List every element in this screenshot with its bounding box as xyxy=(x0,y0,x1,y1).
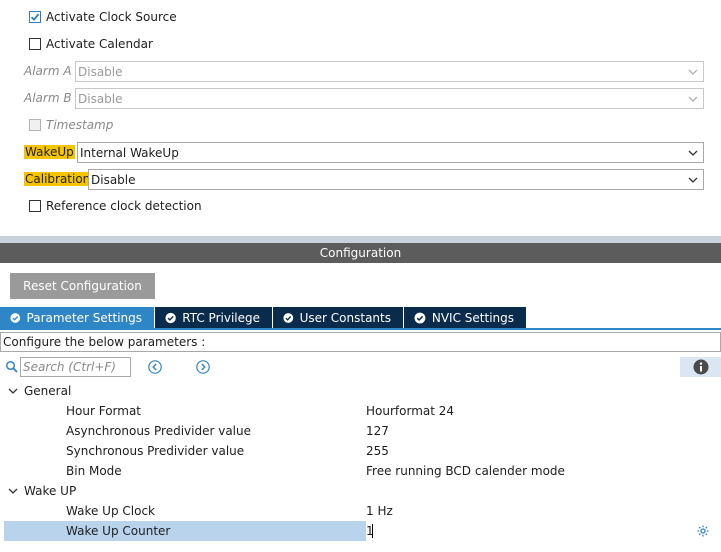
param-name: Synchronous Predivider value xyxy=(66,444,245,458)
check-circle-icon xyxy=(165,312,176,323)
table-row[interactable]: Hour Format Hourformat 24 xyxy=(0,401,721,421)
search-placeholder: Search (Ctrl+F) xyxy=(23,360,116,374)
tree-group-general[interactable]: General xyxy=(0,381,721,401)
calibration-select[interactable]: Disable xyxy=(88,169,704,190)
param-value: 255 xyxy=(366,444,389,458)
configure-text: Configure the below parameters : xyxy=(3,335,206,349)
text-cursor xyxy=(372,524,373,538)
check-circle-icon xyxy=(283,312,294,323)
search-icon xyxy=(5,360,18,373)
param-value: Free running BCD calender mode xyxy=(366,464,565,478)
param-name: Wake Up Counter xyxy=(66,524,171,538)
checkmark-icon xyxy=(30,13,40,21)
group-label: General xyxy=(24,384,72,398)
alarm-a-label: Alarm A xyxy=(24,64,72,78)
configuration-header: Configuration xyxy=(0,243,721,263)
tab-underline xyxy=(0,328,721,330)
configure-instructions: Configure the below parameters : xyxy=(0,332,721,352)
info-icon xyxy=(693,359,709,375)
wake-up-counter-input[interactable] xyxy=(366,521,684,541)
wakeup-label: WakeUp xyxy=(24,145,75,159)
wakeup-value: Internal WakeUp xyxy=(80,145,179,160)
tab-user-constants[interactable]: User Constants xyxy=(273,307,403,328)
configuration-title: Configuration xyxy=(319,246,402,260)
tab-parameter-settings[interactable]: Parameter Settings xyxy=(0,307,154,328)
chevron-down-icon[interactable] xyxy=(7,385,19,397)
activate-calendar-label: Activate Calendar xyxy=(46,37,153,51)
tab-label: RTC Privilege xyxy=(182,310,260,325)
calibration-label: Calibration xyxy=(24,172,92,186)
param-name: Asynchronous Predivider value xyxy=(66,424,251,438)
group-label: Wake UP xyxy=(24,484,77,498)
table-row[interactable]: Asynchronous Predivider value 127 xyxy=(0,421,721,441)
previous-result-icon[interactable] xyxy=(147,359,163,375)
param-name: Hour Format xyxy=(66,404,142,418)
reference-clock-detection-checkbox[interactable] xyxy=(29,200,41,212)
tab-rtc-privilege[interactable]: RTC Privilege xyxy=(155,307,272,328)
chevron-down-icon xyxy=(688,69,698,75)
alarm-a-select[interactable]: Disable xyxy=(75,61,704,82)
alarm-b-value: Disable xyxy=(78,91,123,106)
table-row[interactable]: Wake Up Clock 1 Hz xyxy=(0,501,721,521)
alarm-b-select[interactable]: Disable xyxy=(75,88,704,109)
tab-label: NVIC Settings xyxy=(431,310,514,325)
timestamp-label: Timestamp xyxy=(46,118,114,132)
tree-group-wake-up[interactable]: Wake UP xyxy=(0,481,721,501)
chevron-down-icon[interactable] xyxy=(7,485,19,497)
search-input[interactable]: Search (Ctrl+F) xyxy=(20,357,131,377)
wakeup-select[interactable]: Internal WakeUp xyxy=(77,142,704,163)
reset-configuration-button[interactable]: Reset Configuration xyxy=(10,273,155,299)
reset-configuration-label: Reset Configuration xyxy=(23,279,142,293)
param-value: Hourformat 24 xyxy=(366,404,455,418)
timestamp-checkbox xyxy=(29,119,41,131)
chevron-down-icon xyxy=(688,177,698,183)
param-value: 127 xyxy=(366,424,389,438)
check-circle-icon xyxy=(10,312,21,323)
alarm-a-value: Disable xyxy=(78,64,123,79)
tab-label: Parameter Settings xyxy=(26,310,142,325)
param-name: Bin Mode xyxy=(66,464,122,478)
check-circle-icon xyxy=(414,312,426,323)
panel-splitter[interactable] xyxy=(0,236,721,243)
activate-calendar-checkbox[interactable] xyxy=(29,38,41,50)
tab-label: User Constants xyxy=(299,310,391,325)
table-row[interactable]: Bin Mode Free running BCD calender mode xyxy=(0,461,721,481)
reference-clock-detection-label: Reference clock detection xyxy=(46,199,202,213)
table-row[interactable]: Synchronous Predivider value 255 xyxy=(0,441,721,461)
chevron-down-icon xyxy=(688,150,698,156)
activate-clock-source-checkbox[interactable] xyxy=(29,11,41,23)
activate-clock-source-label: Activate Clock Source xyxy=(46,10,177,24)
alarm-b-label: Alarm B xyxy=(24,91,72,105)
chevron-down-icon xyxy=(688,96,698,102)
param-name: Wake Up Clock xyxy=(66,504,155,518)
calibration-value: Disable xyxy=(91,172,136,187)
next-result-icon[interactable] xyxy=(195,359,211,375)
config-tabs: Parameter Settings RTC Privilege User Co… xyxy=(0,307,527,328)
param-value: 1 Hz xyxy=(366,504,393,518)
tab-nvic-settings[interactable]: NVIC Settings xyxy=(404,307,526,328)
gear-icon[interactable] xyxy=(696,524,710,538)
wake-up-counter-row[interactable]: Wake Up Counter 1 xyxy=(0,521,721,541)
